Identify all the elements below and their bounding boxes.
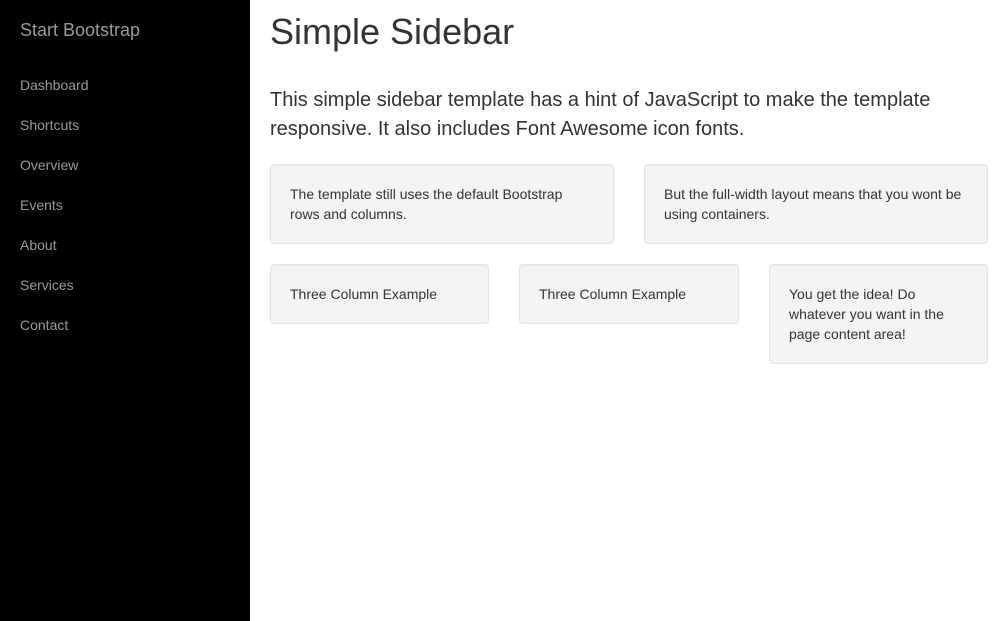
well-bootstrap-rows: The template still uses the default Boot… (270, 164, 614, 244)
sidebar-link-services[interactable]: Services (0, 265, 250, 305)
well-get-the-idea: You get the idea! Do whatever you want i… (769, 264, 988, 364)
page-title: Simple Sidebar (270, 11, 515, 52)
sidebar-link-shortcuts[interactable]: Shortcuts (0, 105, 250, 145)
sidebar-item-events: Events (0, 185, 250, 225)
lead-paragraph: This simple sidebar template has a hint … (270, 89, 931, 140)
sidebar-item-services: Services (0, 265, 250, 305)
sidebar-link-contact[interactable]: Contact (0, 305, 250, 345)
well-three-column-2: Three Column Example (519, 264, 739, 324)
sidebar-brand-link[interactable]: Start Bootstrap (20, 18, 140, 42)
sidebar-nav: Dashboard Shortcuts Overview Events Abou… (0, 65, 250, 345)
sidebar-item-contact: Contact (0, 305, 250, 345)
sidebar-item-about: About (0, 225, 250, 265)
sidebar-link-about[interactable]: About (0, 225, 250, 265)
well-full-width: But the full-width layout means that you… (644, 164, 988, 244)
sidebar-link-events[interactable]: Events (0, 185, 250, 225)
sidebar-link-overview[interactable]: Overview (0, 145, 250, 185)
well-three-column-1: Three Column Example (270, 264, 489, 324)
sidebar-item-dashboard: Dashboard (0, 65, 250, 105)
sidebar-item-overview: Overview (0, 145, 250, 185)
sidebar: Start Bootstrap Dashboard Shortcuts Over… (0, 0, 250, 621)
sidebar-item-shortcuts: Shortcuts (0, 105, 250, 145)
sidebar-link-dashboard[interactable]: Dashboard (0, 65, 250, 105)
